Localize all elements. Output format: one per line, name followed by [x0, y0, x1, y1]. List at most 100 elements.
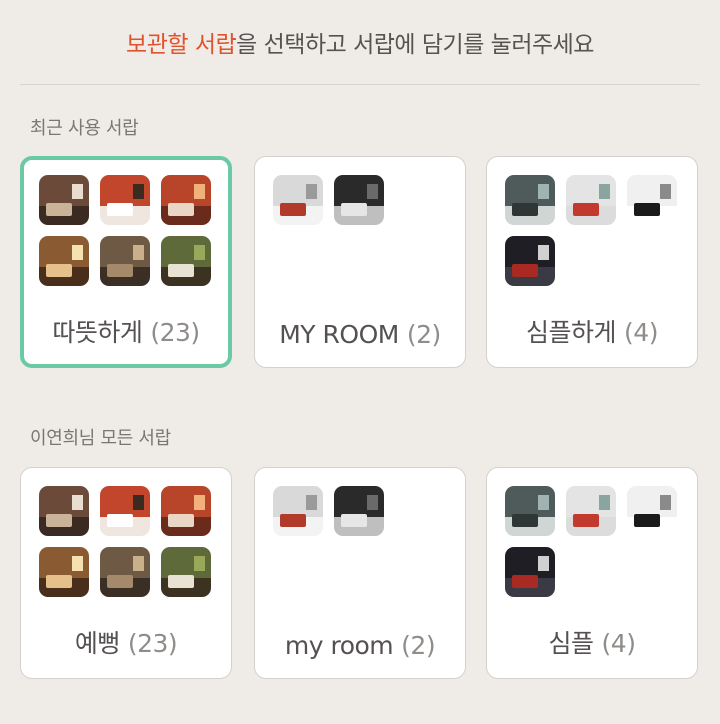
room-photo-thumbnail	[273, 486, 323, 536]
thumbnail-accent	[133, 184, 144, 199]
drawer-card-all-2[interactable]: 심플 (4)	[486, 467, 698, 679]
drawer-title: 심플 (4)	[487, 624, 697, 660]
room-photo-thumbnail	[334, 175, 384, 225]
thumbnail-furn	[168, 203, 194, 216]
drawer-title: MY ROOM (2)	[255, 320, 465, 349]
instruction-highlight: 보관할 서랍	[126, 32, 237, 58]
drawer-card-all-0[interactable]: 예뻥 (23)	[20, 467, 232, 679]
room-photo-thumbnail	[161, 175, 211, 225]
drawer-card-recent-0[interactable]: 따뜻하게 (23)	[20, 156, 232, 368]
thumbnail-accent	[599, 184, 610, 199]
thumbnail-accent	[306, 184, 317, 199]
drawer-card-recent-1[interactable]: MY ROOM (2)	[254, 156, 466, 368]
drawer-count: (2)	[401, 631, 436, 660]
drawer-name: MY ROOM	[279, 320, 399, 349]
thumbnail-accent	[72, 556, 83, 571]
room-photo-thumbnail	[334, 486, 384, 536]
drawer-name: 따뜻하게	[52, 318, 143, 347]
drawer-title: 심플하게 (4)	[487, 313, 697, 349]
drawer-title: 따뜻하게 (23)	[24, 313, 228, 349]
thumbnail-furn	[573, 514, 599, 527]
drawer-thumbnails	[505, 486, 685, 597]
room-photo-thumbnail	[39, 486, 89, 536]
thumbnail-furn	[573, 203, 599, 216]
thumbnail-accent	[194, 184, 205, 199]
drawer-count: (23)	[127, 629, 178, 658]
thumbnail-furn	[46, 575, 72, 588]
thumbnail-furn	[107, 203, 133, 216]
room-photo-thumbnail	[273, 175, 323, 225]
thumbnail-furn	[46, 203, 72, 216]
thumbnail-accent	[133, 556, 144, 571]
thumbnail-furn	[634, 203, 660, 216]
drawer-name: 심플하게	[526, 318, 617, 347]
drawer-thumbnails	[39, 175, 219, 286]
room-photo-thumbnail	[505, 486, 555, 536]
drawer-title: my room (2)	[255, 631, 465, 660]
drawer-name: 심플	[548, 629, 595, 658]
room-photo-thumbnail	[100, 236, 150, 286]
thumbnail-furn	[107, 514, 133, 527]
drawer-title: 예뻥 (23)	[21, 624, 231, 660]
room-photo-thumbnail	[566, 175, 616, 225]
drawer-count: (4)	[624, 318, 658, 347]
header-divider	[20, 84, 700, 85]
thumbnail-accent	[72, 245, 83, 260]
thumbnail-accent	[538, 495, 549, 510]
thumbnail-furn	[280, 203, 306, 216]
instruction-text: 을 선택하고 서랍에 담기를 눌러주세요	[236, 32, 594, 58]
room-photo-thumbnail	[39, 547, 89, 597]
instruction-header: 보관할 서랍 을 선택하고 서랍에 담기를 눌러주세요	[0, 0, 720, 84]
room-photo-thumbnail	[505, 236, 555, 286]
thumbnail-furn	[512, 514, 538, 527]
room-photo-thumbnail	[161, 547, 211, 597]
drawer-name: my room	[284, 631, 394, 660]
thumbnail-accent	[194, 495, 205, 510]
drawer-card-all-1[interactable]: my room (2)	[254, 467, 466, 679]
drawer-card-recent-2[interactable]: 심플하게 (4)	[486, 156, 698, 368]
thumbnail-accent	[133, 245, 144, 260]
room-photo-thumbnail	[505, 547, 555, 597]
room-photo-thumbnail	[627, 175, 677, 225]
drawer-count: (23)	[150, 318, 200, 347]
recent-drawers-label: 최근 사용 서랍	[30, 118, 139, 139]
thumbnail-furn	[512, 203, 538, 216]
room-photo-thumbnail	[505, 175, 555, 225]
thumbnail-furn	[634, 514, 660, 527]
room-photo-thumbnail	[100, 486, 150, 536]
room-photo-thumbnail	[100, 175, 150, 225]
room-photo-thumbnail	[100, 547, 150, 597]
thumbnail-accent	[72, 184, 83, 199]
thumbnail-furn	[341, 514, 367, 527]
thumbnail-furn	[512, 575, 538, 588]
thumbnail-furn	[46, 514, 72, 527]
thumbnail-accent	[367, 495, 378, 510]
thumbnail-accent	[194, 556, 205, 571]
thumbnail-accent	[599, 495, 610, 510]
room-photo-thumbnail	[627, 486, 677, 536]
thumbnail-furn	[168, 575, 194, 588]
thumbnail-furn	[341, 203, 367, 216]
thumbnail-furn	[280, 514, 306, 527]
thumbnail-accent	[306, 495, 317, 510]
drawer-thumbnails	[505, 175, 685, 286]
drawer-count: (2)	[406, 320, 441, 349]
thumbnail-furn	[168, 264, 194, 277]
room-photo-thumbnail	[161, 236, 211, 286]
room-photo-thumbnail	[566, 486, 616, 536]
room-photo-thumbnail	[39, 175, 89, 225]
thumbnail-accent	[538, 556, 549, 571]
thumbnail-furn	[107, 264, 133, 277]
drawer-name: 예뻥	[74, 629, 121, 658]
thumbnail-furn	[46, 264, 72, 277]
room-photo-thumbnail	[39, 236, 89, 286]
thumbnail-accent	[367, 184, 378, 199]
thumbnail-accent	[660, 184, 671, 199]
thumbnail-accent	[538, 245, 549, 260]
thumbnail-furn	[512, 264, 538, 277]
thumbnail-accent	[72, 495, 83, 510]
drawer-thumbnails	[273, 486, 453, 536]
all-drawers-label: 이연희님 모든 서랍	[30, 428, 171, 449]
thumbnail-accent	[133, 495, 144, 510]
thumbnail-accent	[660, 495, 671, 510]
